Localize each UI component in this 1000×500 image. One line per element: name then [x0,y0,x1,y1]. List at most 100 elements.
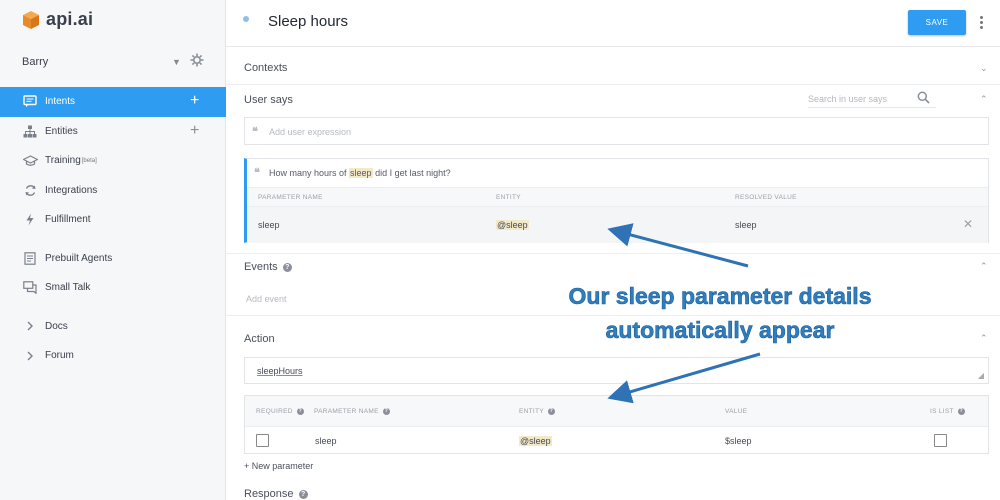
annotated-word[interactable]: sleep [349,168,373,178]
help-icon[interactable]: ? [296,408,304,415]
document-icon [22,250,38,266]
events-section-header[interactable]: Events ? [244,261,292,273]
entity-cell[interactable]: @sleep [519,436,552,446]
parameter-name-cell[interactable]: sleep [258,220,280,230]
sidebar-item-integrations[interactable]: Integrations [0,176,226,206]
help-icon[interactable]: ? [547,408,555,415]
save-button[interactable]: SAVE [908,10,966,35]
new-parameter-button[interactable]: + New parameter [244,461,313,471]
page-title[interactable]: Sleep hours [268,13,348,30]
column-header-entity: ENTITY ? [519,408,555,415]
help-icon[interactable]: ? [957,408,965,415]
lightning-icon [22,212,38,228]
more-options-icon[interactable] [980,16,983,31]
parameters-table-header: REQUIRED ? PARAMETER NAME ? ENTITY ? VAL… [245,396,988,427]
parameter-name-cell[interactable]: sleep [315,436,337,446]
annotation-line-2: automatically appear [605,317,835,344]
column-header-required: REQUIRED ? [256,408,304,415]
chat-bubbles-icon [22,280,38,296]
column-header-parameter-name: PARAMETER NAME [258,194,323,201]
search-icon[interactable] [917,91,930,104]
sidebar-item-training[interactable]: Training [beta] [0,146,226,176]
sidebar-item-label: Training [45,155,81,167]
value-cell[interactable]: $sleep [725,436,752,446]
annotation-line-1: Our sleep parameter details [568,283,872,310]
utterance-text-before: How many hours of [269,168,350,178]
chevron-up-icon[interactable]: ⌃ [980,333,988,344]
sidebar-item-fulfillment[interactable]: Fulfillment [0,205,226,235]
quote-icon: ❝ [252,126,258,138]
column-header-value: VALUE [725,408,748,415]
help-icon[interactable]: ? [282,263,292,272]
divider [226,253,1000,254]
sidebar-item-label: Fulfillment [45,214,91,226]
chat-icon [22,94,38,110]
sidebar-item-prebuilt-agents[interactable]: Prebuilt Agents [0,244,226,274]
user-says-section-header[interactable]: User says [244,94,293,106]
user-expression-input[interactable]: ❝ Add user expression [244,117,989,145]
add-intent-button[interactable]: + [190,93,199,109]
tutorial-annotation: Our sleep parameter details automaticall… [490,279,950,347]
add-entity-button[interactable]: + [190,122,199,139]
chevron-right-icon [22,318,38,334]
user-says-search-input[interactable]: Search in user says [808,94,887,104]
response-section-header[interactable]: Response ? [244,488,308,500]
caret-down-icon[interactable]: ▼ [172,57,181,67]
sidebar-item-label: Integrations [45,184,98,196]
sidebar-item-forum[interactable]: Forum [0,341,226,371]
resolved-value-cell[interactable]: sleep [735,220,757,230]
search-underline [808,107,936,108]
action-parameters-table: REQUIRED ? PARAMETER NAME ? ENTITY ? VAL… [244,395,989,454]
status-dot-icon [243,16,249,22]
user-expression-placeholder: Add user expression [269,127,352,137]
user-expression-text[interactable]: How many hours of sleep did I get last n… [269,168,451,178]
sidebar-item-small-talk[interactable]: Small Talk [0,273,226,303]
sidebar-item-entities[interactable]: Entities + [0,117,226,147]
chevron-up-icon[interactable]: ⌃ [980,261,988,272]
events-label: Events [244,261,278,273]
resize-handle-icon[interactable]: ◢ [978,371,984,380]
chevron-up-icon[interactable]: ⌃ [980,94,988,105]
sidebar-item-docs[interactable]: Docs [0,312,226,342]
sidebar-nav: Intents + Entities + Training [beta] Inte… [0,87,226,371]
sidebar-item-intents[interactable]: Intents + [0,87,226,117]
agent-selector[interactable]: Barry ▼ [22,53,208,70]
chevron-down-icon[interactable]: ⌄ [980,63,988,74]
agent-name: Barry [22,56,49,68]
cube-logo-icon [23,10,39,29]
column-header-is-list: IS LIST ? [930,408,965,415]
sidebar-item-label: Small Talk [45,282,91,294]
is-list-checkbox[interactable] [934,434,947,447]
sidebar-item-label: Forum [45,350,74,362]
contexts-section-header[interactable]: Contexts [244,62,287,74]
column-header-label: ENTITY [519,408,544,415]
divider [226,84,1000,85]
column-header-label: REQUIRED [256,408,293,415]
action-section-header[interactable]: Action [244,333,275,345]
close-icon[interactable]: ✕ [963,217,973,231]
sync-icon [22,182,38,198]
help-icon[interactable]: ? [298,490,308,499]
help-icon[interactable]: ? [382,408,390,415]
table-row: sleep @sleep sleep ✕ [247,207,988,243]
graduation-cap-icon [22,153,38,169]
action-name-input[interactable]: sleepHours ◢ [244,357,989,384]
column-header-label: PARAMETER NAME [314,408,379,415]
sidebar: api.ai Barry ▼ Intents + Entities + Trai… [0,0,226,500]
sidebar-item-label: Intents [45,96,76,108]
chevron-right-icon [22,348,38,364]
hierarchy-icon [22,123,38,139]
user-expression-card[interactable]: ❝ How many hours of sleep did I get last… [244,158,989,243]
logo[interactable]: api.ai [22,9,93,30]
add-event-input[interactable]: Add event [246,294,287,304]
sidebar-item-label: Docs [45,320,68,332]
gear-icon[interactable] [190,53,204,67]
entity-cell[interactable]: @sleep [496,220,529,230]
utterance-text-after: did I get last night? [372,168,451,178]
quote-icon: ❝ [254,167,260,179]
sidebar-item-label: Entities [45,125,78,137]
column-header-entity: ENTITY [496,194,521,201]
required-checkbox[interactable] [256,434,269,447]
